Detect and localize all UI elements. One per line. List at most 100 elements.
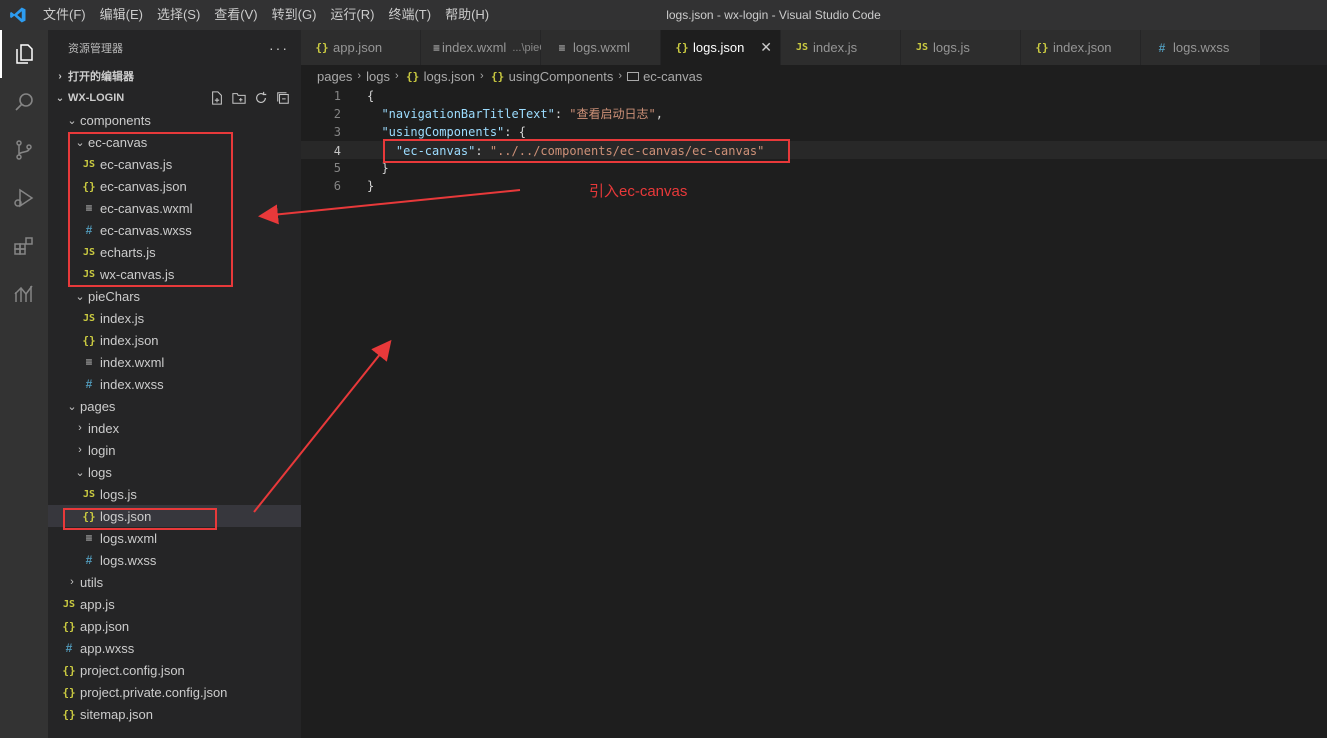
tree-item-echarts-js[interactable]: JS echarts.js — [48, 241, 301, 263]
json-key: "usingComponents" — [381, 125, 505, 139]
line-number: 4 — [333, 144, 341, 158]
tab-label: logs.json — [693, 40, 745, 55]
tree-item-utils[interactable]: › utils — [48, 571, 301, 593]
tree-item-pages[interactable]: ⌄ pages — [48, 395, 301, 417]
tree-item-components[interactable]: ⌄ components — [48, 109, 301, 131]
json-punct: } — [367, 179, 375, 193]
workspace-label: WX-LOGIN — [68, 92, 125, 104]
code-editor[interactable]: 1{2 "navigationBarTitleText": "查看启动日志", 3… — [301, 87, 1327, 738]
chevron-right-icon: › — [58, 70, 62, 82]
tab-index-js[interactable]: JS index.js — [781, 30, 901, 65]
extensions-icon[interactable] — [0, 222, 48, 270]
json-file-icon: {} — [490, 69, 505, 83]
javascript-file-icon: JS — [795, 42, 809, 53]
tree-item-label: logs.wxss — [100, 552, 157, 568]
tree-item-login[interactable]: › login — [48, 439, 301, 461]
breadcrumb-item-logs-json[interactable]: logs.json — [424, 69, 475, 84]
tree-item-project-private-config-json[interactable]: {} project.private.config.json — [48, 681, 301, 703]
refresh-icon[interactable] — [253, 90, 269, 106]
close-icon[interactable]: ✕ — [760, 39, 772, 56]
open-editors-section[interactable]: › 打开的编辑器 — [48, 65, 301, 87]
line-number: 6 — [333, 179, 341, 193]
editor-tabs: {} app.json ≡index.wxml...\pieChars≡ logs.w… — [301, 30, 1327, 65]
tree-item-ec-canvas-js[interactable]: JS ec-canvas.js — [48, 153, 301, 175]
chevron-right-icon: › — [394, 70, 399, 82]
tree-item-app-wxss[interactable]: # app.wxss — [48, 637, 301, 659]
code-line[interactable]: 5 } — [301, 159, 1327, 177]
tree-item-project-config-json[interactable]: {} project.config.json — [48, 659, 301, 681]
tree-item-ec-canvas-wxss[interactable]: # ec-canvas.wxss — [48, 219, 301, 241]
code-text: "ec-canvas": "../../components/ec-canvas… — [367, 142, 764, 160]
more-actions-icon[interactable]: ··· — [269, 40, 289, 56]
menu-item-3[interactable]: 查看(V) — [207, 0, 264, 30]
tab-logs-json[interactable]: {} logs.json ✕ — [661, 30, 781, 65]
code-line[interactable]: 3 "usingComponents": { — [301, 123, 1327, 141]
tree-item-index-js[interactable]: JS index.js — [48, 307, 301, 329]
breadcrumb-item-ec-canvas[interactable]: ec-canvas — [643, 69, 702, 84]
tree-item-label: pieChars — [88, 288, 141, 304]
tree-item-label: index.js — [100, 310, 145, 326]
tree-item-index-wxss[interactable]: # index.wxss — [48, 373, 301, 395]
tree-item-label: ec-canvas.json — [100, 178, 187, 194]
chevron-right-icon: › — [78, 422, 82, 434]
wxss-file-icon: # — [1158, 40, 1166, 55]
code-line[interactable]: 6} — [301, 177, 1327, 195]
code-line[interactable]: 4 "ec-canvas": "../../components/ec-canv… — [301, 141, 1327, 159]
menu-item-1[interactable]: 编辑(E) — [93, 0, 150, 30]
menu-item-7[interactable]: 帮助(H) — [438, 0, 496, 30]
tab-logs-wxss[interactable]: # logs.wxss — [1141, 30, 1261, 65]
tree-item-app-json[interactable]: {} app.json — [48, 615, 301, 637]
explorer-icon[interactable] — [0, 30, 48, 78]
code-line[interactable]: 2 "navigationBarTitleText": "查看启动日志", — [301, 105, 1327, 123]
tree-item-ec-canvas[interactable]: ⌄ ec-canvas — [48, 131, 301, 153]
new-file-icon[interactable] — [209, 90, 225, 106]
wxml-file-icon: ≡ — [558, 40, 566, 55]
menu-item-5[interactable]: 运行(R) — [323, 0, 381, 30]
chevron-right-icon: › — [78, 444, 82, 456]
code-line[interactable]: 1{ — [301, 87, 1327, 105]
tree-item-index-json[interactable]: {} index.json — [48, 329, 301, 351]
tree-item-logs-js[interactable]: JS logs.js — [48, 483, 301, 505]
tree-item-sitemap-json[interactable]: {} sitemap.json — [48, 703, 301, 725]
workspace-section[interactable]: ⌄ WX-LOGIN — [48, 87, 301, 109]
chevron-down-icon: ⌄ — [55, 92, 65, 104]
wxss-file-icon: # — [85, 553, 93, 567]
source-control-icon[interactable] — [0, 126, 48, 174]
menu-item-2[interactable]: 选择(S) — [150, 0, 207, 30]
breadcrumb-item-pages[interactable]: pages — [317, 69, 352, 84]
tree-item-wx-canvas-js[interactable]: JS wx-canvas.js — [48, 263, 301, 285]
tab-logs-js[interactable]: JS logs.js — [901, 30, 1021, 65]
menu-item-0[interactable]: 文件(F) — [36, 0, 93, 30]
tree-item-ec-canvas-wxml[interactable]: ≡ ec-canvas.wxml — [48, 197, 301, 219]
search-icon[interactable] — [0, 78, 48, 126]
line-number: 1 — [333, 89, 341, 103]
vscode-logo-icon — [0, 0, 36, 30]
tab-index-wxml[interactable]: ≡index.wxml...\pieChars — [421, 30, 569, 65]
breadcrumb-item-logs[interactable]: logs — [366, 69, 390, 84]
menu-item-4[interactable]: 转到(G) — [265, 0, 324, 30]
tree-item-index[interactable]: › index — [48, 417, 301, 439]
tree-item-logs[interactable]: ⌄ logs — [48, 461, 301, 483]
tree-item-app-js[interactable]: JS app.js — [48, 593, 301, 615]
analytics-icon[interactable] — [0, 270, 48, 318]
javascript-file-icon: JS — [82, 312, 96, 324]
tree-item-logs-wxss[interactable]: # logs.wxss — [48, 549, 301, 571]
tab-app-json[interactable]: {} app.json — [301, 30, 421, 65]
collapse-all-icon[interactable] — [275, 90, 291, 106]
tree-item-ec-canvas-json[interactable]: {} ec-canvas.json — [48, 175, 301, 197]
json-string: "查看启动日志" — [569, 107, 656, 121]
new-folder-icon[interactable] — [231, 90, 247, 106]
menu-item-6[interactable]: 终端(T) — [381, 0, 438, 30]
chevron-down-icon: ⌄ — [67, 400, 77, 413]
tree-item-piechars[interactable]: ⌄ pieChars — [48, 285, 301, 307]
run-debug-icon[interactable] — [0, 174, 48, 222]
explorer-header: 资源管理器 ··· — [48, 30, 301, 65]
tab-index-json[interactable]: {} index.json — [1021, 30, 1141, 65]
breadcrumb-item-usingcomponents[interactable]: usingComponents — [509, 69, 614, 84]
tree-item-logs-json[interactable]: {} logs.json — [48, 505, 301, 527]
tree-item-index-wxml[interactable]: ≡ index.wxml — [48, 351, 301, 373]
code-text: { — [367, 87, 374, 105]
json-file-icon: {} — [406, 69, 420, 83]
tab-logs-wxml[interactable]: ≡ logs.wxml — [541, 30, 661, 65]
tree-item-logs-wxml[interactable]: ≡ logs.wxml — [48, 527, 301, 549]
